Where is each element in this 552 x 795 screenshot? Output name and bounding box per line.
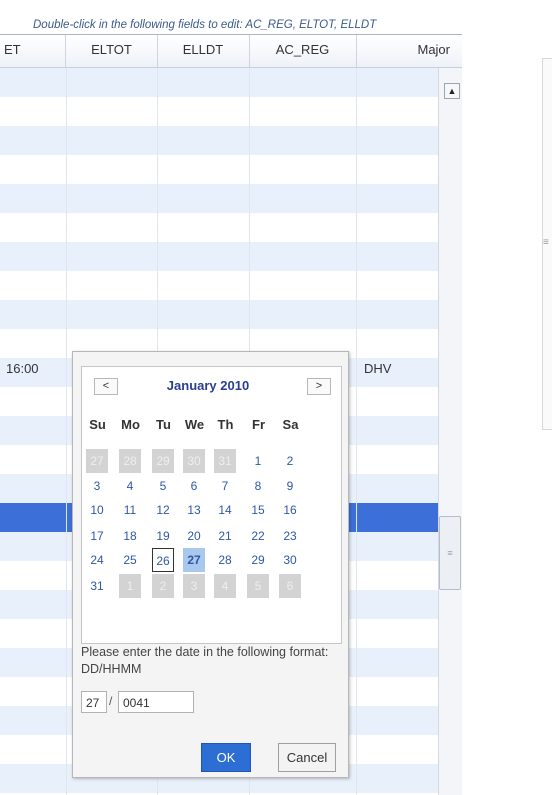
- weekday-header: Mo: [121, 417, 140, 432]
- weekday-header: We: [184, 417, 205, 432]
- calendar-day-other-month: 31: [214, 449, 236, 473]
- date-format-instructions: Please enter the date in the following f…: [81, 645, 329, 676]
- calendar-day[interactable]: 17: [86, 524, 108, 548]
- calendar-day[interactable]: 25: [119, 548, 141, 572]
- calendar-day[interactable]: 23: [279, 524, 301, 548]
- calendar-day[interactable]: 28: [214, 548, 236, 572]
- ok-button[interactable]: OK: [201, 743, 251, 772]
- calendar-day-other-month: 29: [152, 449, 174, 473]
- weekday-header: Th: [217, 417, 234, 432]
- calendar-day[interactable]: 7: [214, 474, 236, 498]
- calendar-day[interactable]: 11: [119, 498, 141, 522]
- calendar-day[interactable]: 22: [247, 524, 269, 548]
- calendar-day-other-month: 1: [119, 574, 141, 598]
- calendar-day[interactable]: 5: [152, 474, 174, 498]
- calendar-day[interactable]: 1: [247, 449, 269, 473]
- edit-hint-text: Double-click in the following fields to …: [33, 19, 377, 31]
- calendar-day[interactable]: 19: [152, 524, 174, 548]
- calendar-day-other-month: 4: [214, 574, 236, 598]
- calendar-day[interactable]: 30: [279, 548, 301, 572]
- calendar-day[interactable]: 26: [152, 548, 174, 572]
- grip-icon: ≡: [543, 237, 549, 248]
- calendar-day[interactable]: 14: [214, 498, 236, 522]
- cancel-button[interactable]: Cancel: [278, 743, 336, 772]
- calendar-day-other-month: 2: [152, 574, 174, 598]
- calendar-day[interactable]: 9: [279, 474, 301, 498]
- cell-major-value[interactable]: DHV: [364, 361, 391, 376]
- calendar-day[interactable]: 18: [119, 524, 141, 548]
- column-header-elldt[interactable]: ELLDT: [157, 35, 250, 67]
- next-month-button[interactable]: >: [307, 378, 331, 395]
- calendar-day[interactable]: 24: [86, 548, 108, 572]
- column-divider: [356, 68, 357, 795]
- month-year-label: January 2010: [166, 378, 250, 393]
- calendar-day[interactable]: 21: [214, 524, 236, 548]
- calendar-day[interactable]: 13: [183, 498, 205, 522]
- prev-month-button[interactable]: <: [94, 378, 118, 395]
- calendar-day-other-month: 27: [86, 449, 108, 473]
- calendar-day[interactable]: 31: [86, 574, 108, 598]
- calendar-day[interactable]: 8: [247, 474, 269, 498]
- column-header-major[interactable]: Major: [356, 35, 462, 67]
- weekday-header: Fr: [252, 417, 265, 432]
- calendar-day[interactable]: 27: [183, 548, 205, 572]
- cell-et-time[interactable]: 16:00: [6, 361, 39, 376]
- calendar-day[interactable]: 15: [247, 498, 269, 522]
- calendar-day-other-month: 5: [247, 574, 269, 598]
- calendar-day[interactable]: 12: [152, 498, 174, 522]
- grid-scrollbar[interactable]: ▲: [438, 68, 462, 795]
- scroll-up-icon[interactable]: ▲: [444, 83, 460, 99]
- calendar-day[interactable]: 6: [183, 474, 205, 498]
- date-picker-popup: < January 2010 > Su Mo Tu We Th Fr Sa 27 28 29 30…: [72, 351, 349, 778]
- calendar-day[interactable]: 29: [247, 548, 269, 572]
- calendar-day-other-month: 28: [119, 449, 141, 473]
- column-header-et[interactable]: ET: [0, 35, 66, 67]
- column-header-ac-reg[interactable]: AC_REG: [249, 35, 357, 67]
- weekday-header: Su: [89, 417, 106, 432]
- grid-header: ET ELTOT ELLDT AC_REG Major: [0, 35, 462, 68]
- weekday-header: Sa: [282, 417, 299, 432]
- weekday-header: Tu: [156, 417, 171, 432]
- calendar-day-other-month: 30: [183, 449, 205, 473]
- day-input[interactable]: 27: [81, 691, 107, 713]
- calendar-day[interactable]: 3: [86, 474, 108, 498]
- column-header-eltot[interactable]: ELTOT: [66, 35, 158, 67]
- calendar-day[interactable]: 10: [86, 498, 108, 522]
- calendar-day[interactable]: 20: [183, 524, 205, 548]
- calendar-day[interactable]: 2: [279, 449, 301, 473]
- time-input[interactable]: 0041: [118, 691, 194, 713]
- input-separator: /: [109, 694, 113, 708]
- side-pane-scrollbar[interactable]: ≡: [542, 58, 552, 430]
- calendar-day-other-month: 3: [183, 574, 205, 598]
- calendar-day[interactable]: 16: [279, 498, 301, 522]
- column-divider: [66, 68, 67, 795]
- scrollbar-thumb[interactable]: ≡: [439, 516, 461, 590]
- calendar: < January 2010 > Su Mo Tu We Th Fr Sa 27 28 29 30…: [81, 366, 342, 644]
- calendar-day[interactable]: 4: [119, 474, 141, 498]
- calendar-day-other-month: 6: [279, 574, 301, 598]
